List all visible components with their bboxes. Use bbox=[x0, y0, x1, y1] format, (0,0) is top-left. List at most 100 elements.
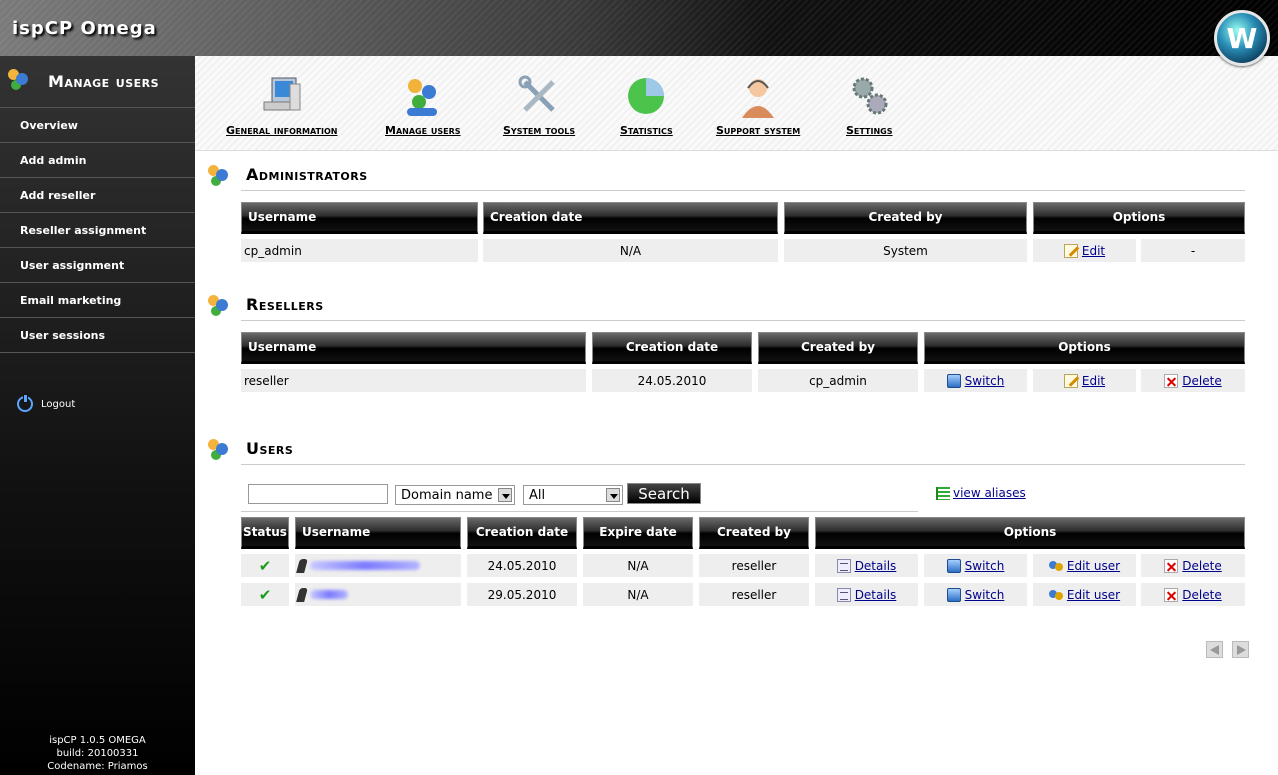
support-agent-icon bbox=[736, 74, 780, 118]
user-creation-date: 29.05.2010 bbox=[467, 583, 577, 606]
build-text: build: 20100331 bbox=[56, 748, 139, 759]
toolbar-label: Support system bbox=[716, 124, 801, 137]
users-icon bbox=[206, 437, 232, 459]
search-status-select[interactable]: All bbox=[523, 485, 623, 505]
user-edit-link[interactable]: Edit user bbox=[1067, 588, 1120, 602]
app-logo-text: ispCP Omega bbox=[12, 18, 157, 39]
sidebar-item-overview[interactable]: Overview bbox=[0, 108, 195, 143]
redacted-username[interactable] bbox=[310, 590, 348, 599]
reseller-delete-link[interactable]: Delete bbox=[1182, 374, 1221, 388]
user-switch-cell: Switch bbox=[924, 554, 1027, 577]
edit-icon bbox=[1063, 243, 1078, 258]
user-details-cell: Details bbox=[815, 554, 918, 577]
sidebar-item-reseller-assignment[interactable]: Reseller assignment bbox=[0, 213, 195, 248]
sidebar-item-email-marketing[interactable]: Email marketing bbox=[0, 283, 195, 318]
user-delete-link[interactable]: Delete bbox=[1182, 588, 1221, 602]
edit-user-icon bbox=[1048, 559, 1063, 573]
reseller-edit-cell: Edit bbox=[1033, 369, 1136, 392]
toolbar-general-information[interactable]: General information bbox=[226, 74, 338, 137]
col-created-by: Created by bbox=[699, 517, 809, 549]
user-expire-date: N/A bbox=[583, 554, 693, 577]
user-details-link[interactable]: Details bbox=[855, 559, 897, 573]
col-options: Options bbox=[815, 517, 1245, 549]
user-expire-date: N/A bbox=[583, 583, 693, 606]
user-delete-cell: Delete bbox=[1141, 583, 1245, 606]
sidebar: Manage users Overview Add admin Add rese… bbox=[0, 56, 195, 775]
logout-link[interactable]: Logout bbox=[17, 394, 76, 412]
user-created-by: reseller bbox=[699, 583, 809, 606]
list-icon bbox=[936, 486, 950, 500]
search-type-select[interactable]: Domain name bbox=[395, 485, 515, 505]
toolbar-label: General information bbox=[226, 124, 338, 137]
check-icon: ✔ bbox=[258, 556, 272, 575]
tools-icon bbox=[517, 74, 561, 118]
main-toolbar: General information Manage users System … bbox=[195, 56, 1278, 151]
section-title: Resellers bbox=[246, 294, 324, 314]
administrators-heading: Administrators bbox=[206, 163, 368, 185]
search-input[interactable] bbox=[248, 484, 388, 504]
col-created-by: Created by bbox=[784, 202, 1027, 234]
toolbar-statistics[interactable]: Statistics bbox=[620, 74, 673, 137]
users-icon bbox=[401, 74, 445, 118]
pie-chart-icon bbox=[624, 74, 668, 118]
view-aliases-label[interactable]: view aliases bbox=[953, 486, 1026, 500]
reseller-switch-link[interactable]: Switch bbox=[965, 374, 1005, 388]
user-edit-cell: Edit user bbox=[1033, 583, 1136, 606]
sidebar-item-user-assignment[interactable]: User assignment bbox=[0, 248, 195, 283]
gears-icon bbox=[847, 74, 891, 118]
edit-icon bbox=[1063, 373, 1078, 388]
toolbar-label: Manage users bbox=[385, 124, 461, 137]
col-creation-date: Creation date bbox=[483, 202, 778, 234]
user-switch-link[interactable]: Switch bbox=[965, 588, 1005, 602]
chevron-down-icon bbox=[498, 488, 512, 502]
section-title: Administrators bbox=[246, 164, 368, 184]
switch-icon bbox=[946, 373, 961, 388]
next-page-button[interactable] bbox=[1232, 641, 1249, 658]
user-delete-link[interactable]: Delete bbox=[1182, 559, 1221, 573]
search-type-value: Domain name bbox=[401, 487, 493, 503]
users-icon bbox=[206, 293, 232, 315]
search-button[interactable]: Search bbox=[627, 483, 701, 504]
previous-page-button[interactable] bbox=[1206, 641, 1223, 658]
sidebar-item-user-sessions[interactable]: User sessions bbox=[0, 318, 195, 353]
reseller-delete-cell: Delete bbox=[1141, 369, 1245, 392]
reseller-created-by: cp_admin bbox=[758, 369, 918, 392]
col-username: Username bbox=[295, 517, 461, 549]
chevron-down-icon bbox=[606, 488, 620, 502]
admin-edit-link[interactable]: Edit bbox=[1082, 244, 1105, 258]
admin-created-by: System bbox=[784, 239, 1027, 262]
search-status-value: All bbox=[529, 487, 546, 503]
admin-extra: - bbox=[1141, 239, 1245, 262]
delete-icon bbox=[1164, 373, 1179, 388]
user-status-cell: ✔ bbox=[241, 554, 289, 577]
details-icon bbox=[836, 558, 851, 573]
logout-label: Logout bbox=[41, 398, 76, 410]
toolbar-label: Statistics bbox=[620, 124, 673, 137]
toolbar-manage-users[interactable]: Manage users bbox=[385, 74, 461, 137]
user-details-cell: Details bbox=[815, 583, 918, 606]
divider bbox=[241, 464, 1245, 465]
reseller-edit-link[interactable]: Edit bbox=[1082, 374, 1105, 388]
user-delete-cell: Delete bbox=[1141, 554, 1245, 577]
app-logo-badge: W bbox=[1214, 10, 1270, 66]
user-edit-link[interactable]: Edit user bbox=[1067, 559, 1120, 573]
toolbar-support-system[interactable]: Support system bbox=[716, 74, 800, 137]
admin-edit-cell: Edit bbox=[1033, 239, 1136, 262]
sidebar-item-add-admin[interactable]: Add admin bbox=[0, 143, 195, 178]
toolbar-label: Settings bbox=[846, 124, 893, 137]
toolbar-settings[interactable]: Settings bbox=[846, 74, 893, 137]
col-creation-date: Creation date bbox=[467, 517, 577, 549]
divider bbox=[241, 320, 1245, 321]
view-aliases-link[interactable]: view aliases bbox=[936, 486, 1026, 500]
toolbar-system-tools[interactable]: System tools bbox=[503, 74, 575, 137]
user-edit-cell: Edit user bbox=[1033, 554, 1136, 577]
app-header: ispCP Omega bbox=[0, 0, 1278, 56]
col-options: Options bbox=[924, 332, 1245, 364]
check-icon: ✔ bbox=[258, 585, 272, 604]
sidebar-item-add-reseller[interactable]: Add reseller bbox=[0, 178, 195, 213]
user-switch-link[interactable]: Switch bbox=[965, 559, 1005, 573]
user-details-link[interactable]: Details bbox=[855, 588, 897, 602]
col-status: Status bbox=[241, 517, 289, 549]
reseller-username: reseller bbox=[241, 369, 586, 392]
redacted-username[interactable] bbox=[310, 561, 420, 570]
